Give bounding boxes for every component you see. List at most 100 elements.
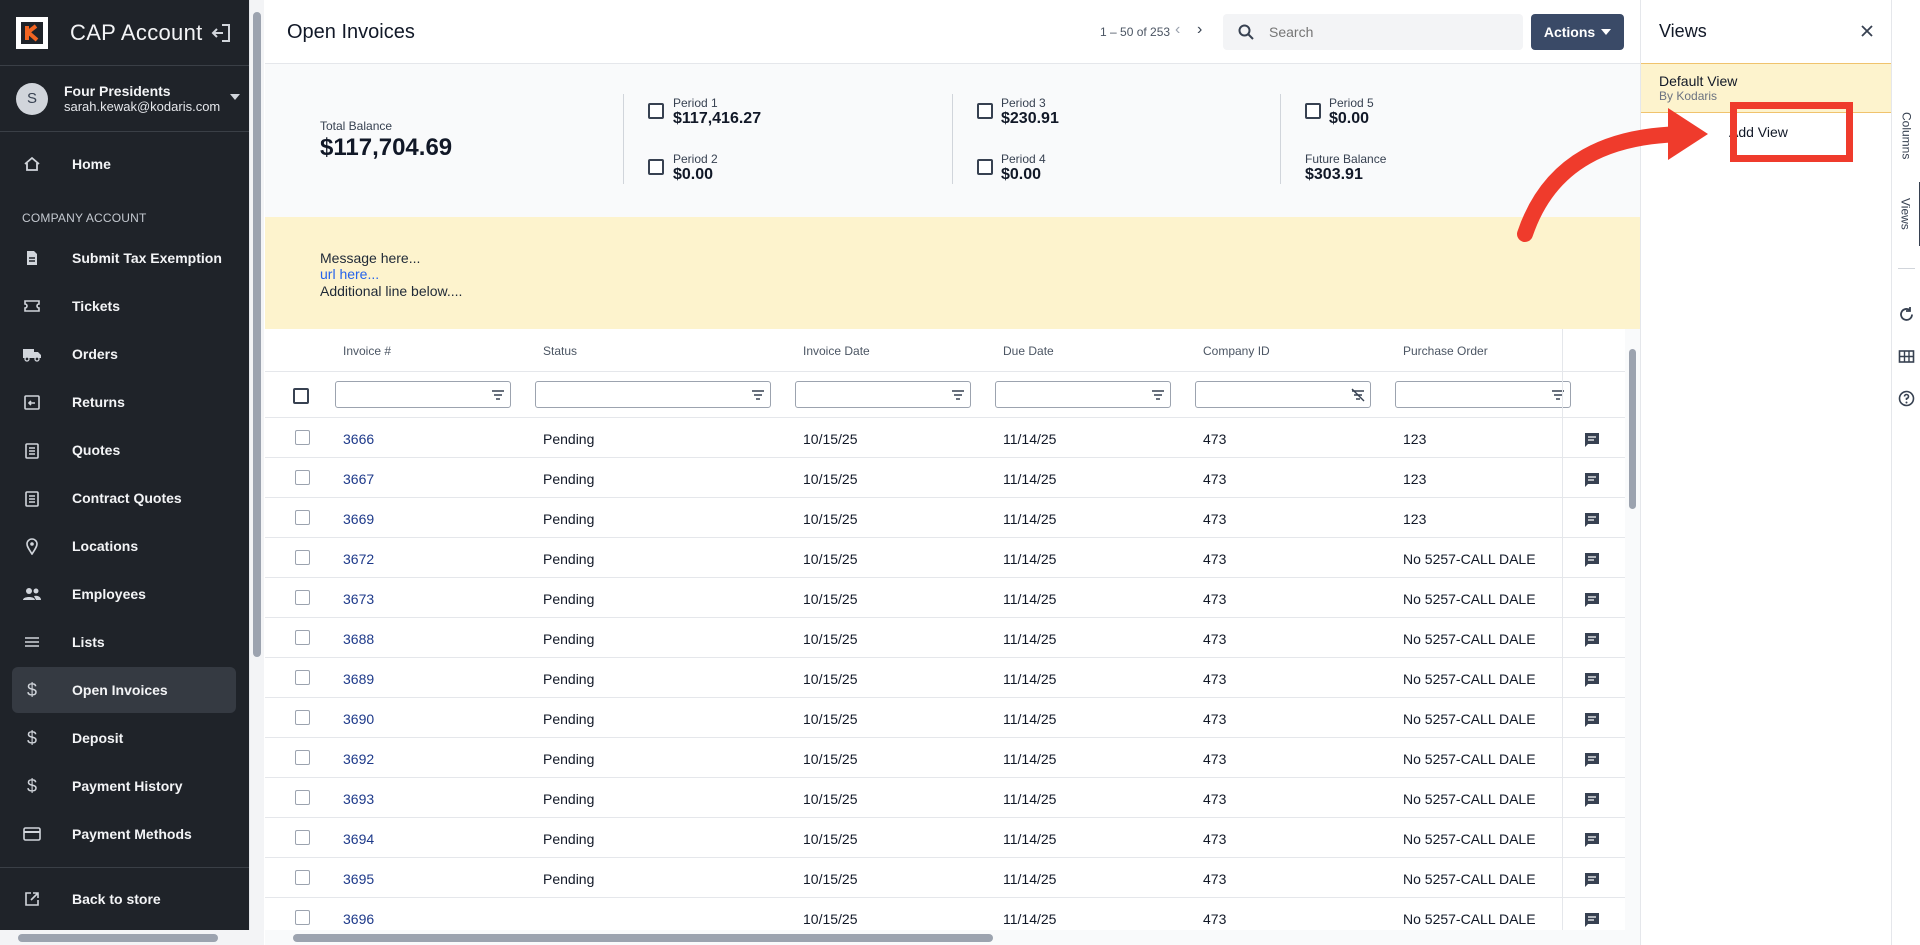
comment-icon[interactable] (1583, 751, 1601, 769)
invoice-number[interactable]: 3689 (343, 671, 374, 687)
sidebar-item-payment-methods[interactable]: Payment Methods (12, 811, 236, 857)
comment-icon[interactable] (1583, 871, 1601, 889)
table-row[interactable]: 3672 Pending 10/15/25 11/14/25 473 No 5257-CA… (265, 538, 1625, 578)
sidebar-item-lists[interactable]: Lists (12, 619, 236, 665)
close-icon[interactable] (1859, 23, 1875, 39)
invoice-number[interactable]: 3672 (343, 551, 374, 567)
purchase-order-filter-input[interactable] (1395, 381, 1571, 408)
sidebar-item-quotes[interactable]: Quotes (12, 427, 236, 473)
column-header-invoice[interactable]: Invoice # (343, 344, 391, 358)
scrollbar-thumb[interactable] (1629, 349, 1636, 509)
search-input[interactable] (1269, 24, 1509, 40)
table-row[interactable]: 3695 Pending 10/15/25 11/14/25 473 No 5257-CA… (265, 858, 1625, 898)
row-checkbox[interactable] (295, 870, 310, 885)
comment-icon[interactable] (1583, 511, 1601, 529)
invoice-number[interactable]: 3667 (343, 471, 374, 487)
filter-icon[interactable] (951, 388, 965, 402)
comment-icon[interactable] (1583, 711, 1601, 729)
scrollbar-thumb[interactable] (253, 12, 261, 657)
column-header-invoice-date[interactable]: Invoice Date (803, 344, 870, 358)
row-checkbox[interactable] (295, 790, 310, 805)
table-row[interactable]: 3693 Pending 10/15/25 11/14/25 473 No 5257-CA… (265, 778, 1625, 818)
table-icon[interactable] (1898, 348, 1915, 365)
search-field[interactable] (1223, 14, 1523, 50)
sidebar-horizontal-scrollbar[interactable] (0, 930, 264, 945)
user-switcher[interactable]: S Four Presidents sarah.kewak@kodaris.co… (0, 66, 249, 132)
comment-icon[interactable] (1583, 631, 1601, 649)
table-row[interactable]: 3692 Pending 10/15/25 11/14/25 473 No 5257-CA… (265, 738, 1625, 778)
due-date-filter-input[interactable] (995, 381, 1171, 408)
chevron-left-icon[interactable]: ‹ (1175, 21, 1180, 39)
comment-icon[interactable] (1583, 831, 1601, 849)
invoice-number[interactable]: 3666 (343, 431, 374, 447)
refresh-icon[interactable] (1898, 306, 1915, 323)
comment-icon[interactable] (1583, 911, 1601, 929)
table-row[interactable]: 3694 Pending 10/15/25 11/14/25 473 No 5257-CA… (265, 818, 1625, 858)
back-to-store-link[interactable]: Back to store (12, 876, 236, 922)
sidebar-item-submit-tax-exemption[interactable]: Submit Tax Exemption (12, 235, 236, 281)
sidebar-item-locations[interactable]: Locations (12, 523, 236, 569)
column-header-status[interactable]: Status (543, 344, 577, 358)
column-header-purchase-order[interactable]: Purchase Order (1403, 344, 1488, 358)
column-header-company-id[interactable]: Company ID (1203, 344, 1270, 358)
scrollbar-thumb[interactable] (293, 934, 993, 942)
table-row[interactable]: 3696 10/15/25 11/14/25 473 No 5257-CALL DALE (265, 898, 1625, 930)
invoice-number[interactable]: 3693 (343, 791, 374, 807)
status-filter-input[interactable] (535, 381, 771, 408)
sidebar-item-returns[interactable]: Returns (12, 379, 236, 425)
comment-icon[interactable] (1583, 671, 1601, 689)
comment-icon[interactable] (1583, 551, 1601, 569)
comment-icon[interactable] (1583, 431, 1601, 449)
invoice-number[interactable]: 3695 (343, 871, 374, 887)
sidebar-item-employees[interactable]: Employees (12, 571, 236, 617)
invoice-date-filter-input[interactable] (795, 381, 971, 408)
message-link[interactable]: url here... (320, 266, 379, 282)
invoice-number[interactable]: 3688 (343, 631, 374, 647)
chevron-right-icon[interactable]: › (1197, 21, 1202, 39)
sidebar-item-home[interactable]: Home (12, 141, 236, 187)
invoice-number[interactable]: 3694 (343, 831, 374, 847)
invoice-number[interactable]: 3690 (343, 711, 374, 727)
row-checkbox[interactable] (295, 430, 310, 445)
period3-checkbox[interactable] (977, 103, 993, 119)
comment-icon[interactable] (1583, 471, 1601, 489)
invoice-filter-input[interactable] (335, 381, 511, 408)
invoice-number[interactable]: 3696 (343, 911, 374, 927)
sidebar-item-payment-history[interactable]: $ Payment History (12, 763, 236, 809)
filter-icon[interactable] (751, 388, 765, 402)
sidebar-item-contract-quotes[interactable]: Contract Quotes (12, 475, 236, 521)
company-id-filter-input[interactable] (1195, 381, 1371, 408)
row-checkbox[interactable] (295, 830, 310, 845)
sidebar-item-open-invoices[interactable]: $ Open Invoices (12, 667, 236, 713)
row-checkbox[interactable] (295, 550, 310, 565)
help-icon[interactable] (1898, 390, 1915, 407)
row-checkbox[interactable] (295, 630, 310, 645)
table-vertical-scrollbar[interactable] (1625, 329, 1640, 930)
sidebar-item-deposit[interactable]: $ Deposit (12, 715, 236, 761)
table-row[interactable]: 3689 Pending 10/15/25 11/14/25 473 No 5257-CA… (265, 658, 1625, 698)
collapse-sidebar-icon[interactable] (210, 22, 232, 44)
table-row[interactable]: 3673 Pending 10/15/25 11/14/25 473 No 5257-CA… (265, 578, 1625, 618)
actions-button[interactable]: Actions (1531, 14, 1624, 50)
comment-icon[interactable] (1583, 591, 1601, 609)
scrollbar-thumb[interactable] (18, 934, 218, 942)
invoice-number[interactable]: 3669 (343, 511, 374, 527)
sidebar-item-orders[interactable]: Orders (12, 331, 236, 377)
filter-icon[interactable] (491, 388, 505, 402)
tab-views[interactable]: Views (1892, 182, 1920, 246)
period4-checkbox[interactable] (977, 159, 993, 175)
invoice-number[interactable]: 3692 (343, 751, 374, 767)
table-row[interactable]: 3669 Pending 10/15/25 11/14/25 473 123 (265, 498, 1625, 538)
period2-checkbox[interactable] (648, 159, 664, 175)
period5-checkbox[interactable] (1305, 103, 1321, 119)
table-row[interactable]: 3667 Pending 10/15/25 11/14/25 473 123 (265, 458, 1625, 498)
row-checkbox[interactable] (295, 470, 310, 485)
table-row[interactable]: 3666 Pending 10/15/25 11/14/25 473 123 (265, 418, 1625, 458)
row-checkbox[interactable] (295, 670, 310, 685)
table-horizontal-scrollbar[interactable] (265, 930, 1640, 945)
invoice-number[interactable]: 3673 (343, 591, 374, 607)
comment-icon[interactable] (1583, 791, 1601, 809)
row-checkbox[interactable] (295, 710, 310, 725)
chevron-down-icon[interactable] (230, 94, 240, 100)
row-checkbox[interactable] (295, 750, 310, 765)
